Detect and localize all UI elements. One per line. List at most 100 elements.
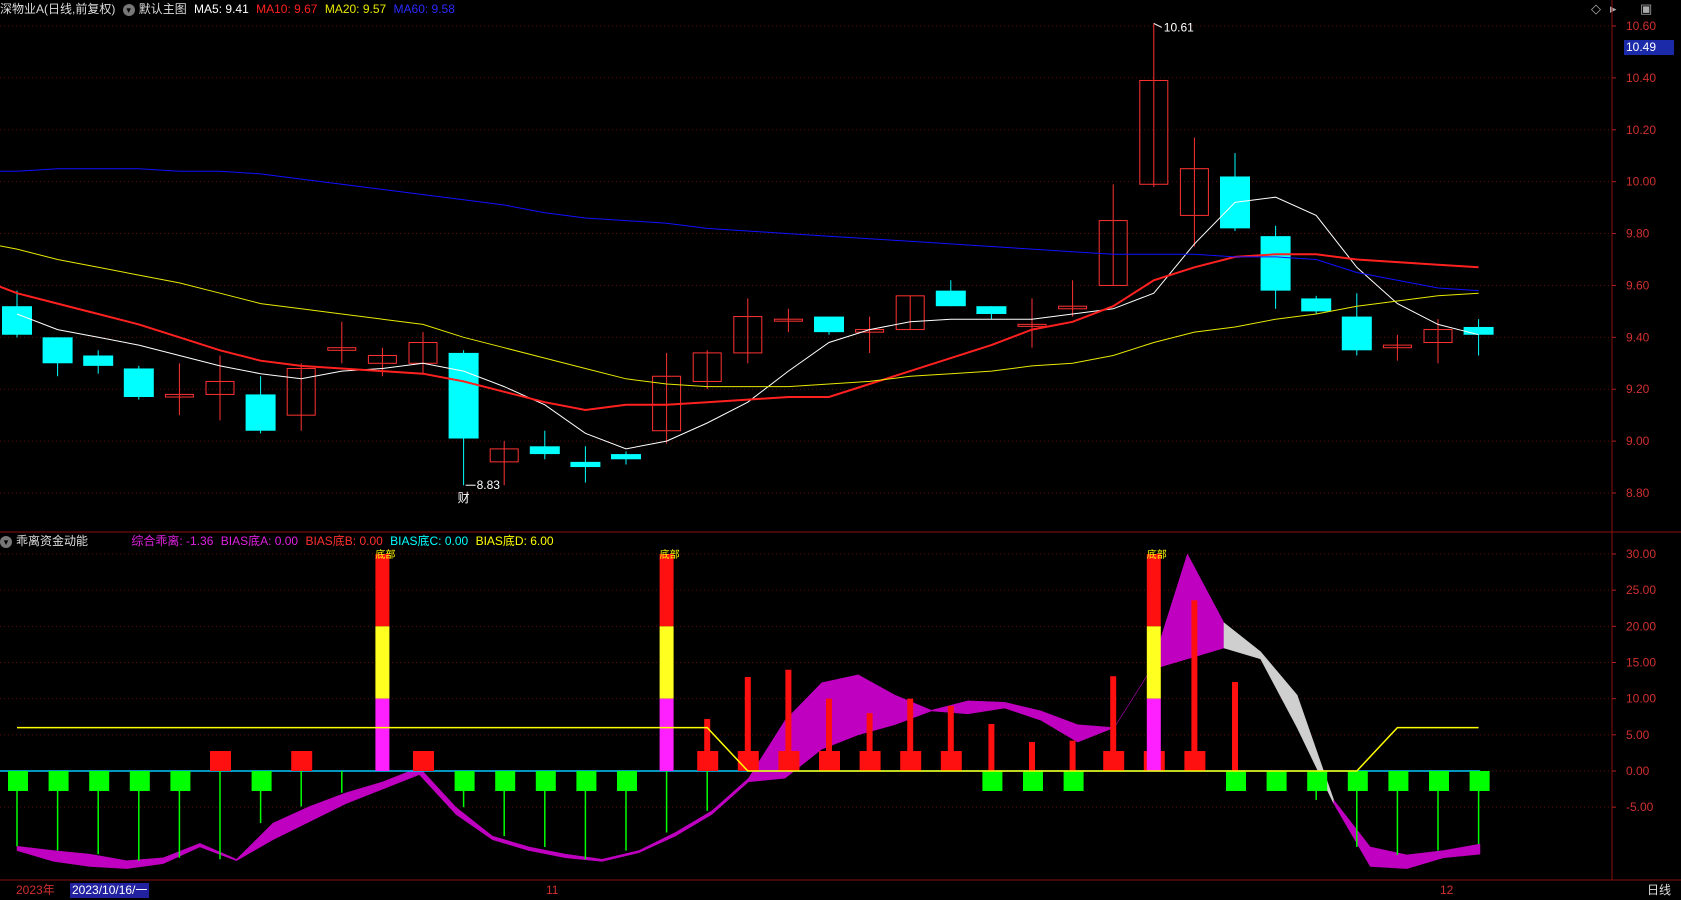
momentum-band-segment bbox=[857, 674, 896, 736]
momentum-band-segment bbox=[1443, 843, 1481, 859]
momentum-band-segment bbox=[711, 777, 749, 815]
chart-canvas[interactable]: 8.80 9.00 9.20 9.40 9.60 9.80 10.00 10.20 10.40 1… bbox=[0, 0, 1681, 900]
candle-body bbox=[814, 316, 844, 333]
momentum-band-segment bbox=[199, 842, 237, 862]
price-tick-label: 10.20 bbox=[1626, 123, 1656, 137]
candle-body bbox=[1341, 316, 1372, 351]
momentum-bar bbox=[704, 718, 711, 771]
momentum-bar bbox=[1191, 600, 1198, 771]
red-signal-box bbox=[291, 751, 313, 771]
momentum-band-segment bbox=[89, 853, 127, 869]
price-tick-label: 9.20 bbox=[1626, 382, 1650, 396]
momentum-bar bbox=[1069, 740, 1076, 771]
green-signal-box bbox=[617, 771, 637, 791]
xaxis-month-11: 11 bbox=[546, 883, 559, 897]
momentum-band-segment bbox=[1260, 650, 1298, 728]
candle-body bbox=[42, 337, 73, 364]
momentum-band-segment bbox=[1004, 701, 1042, 721]
bottom-signal-bar-yellow bbox=[375, 626, 390, 699]
green-signal-box bbox=[535, 771, 556, 791]
green-signal-box bbox=[1266, 771, 1287, 791]
candle-body bbox=[83, 355, 114, 366]
momentum-band-segment bbox=[1077, 724, 1115, 743]
price-tick-label: 10.40 bbox=[1626, 71, 1656, 85]
momentum-band-segment bbox=[126, 857, 164, 869]
price-tick-label: 8.80 bbox=[1626, 486, 1650, 500]
bottom-signal-label: 底部 bbox=[1147, 548, 1167, 561]
momentum-band-segment bbox=[345, 781, 383, 804]
momentum-bar bbox=[1029, 742, 1035, 771]
candle-body bbox=[529, 446, 560, 455]
momentum-band-segment bbox=[163, 842, 201, 864]
red-signal-box bbox=[210, 751, 231, 771]
price-tick-label: 9.40 bbox=[1626, 330, 1650, 344]
candle-body bbox=[245, 394, 276, 431]
price-tick-label: 10.60 bbox=[1626, 19, 1656, 33]
green-signal-box bbox=[1388, 771, 1409, 791]
momentum-band-segment bbox=[16, 845, 54, 862]
price-tick-label: 9.00 bbox=[1626, 434, 1650, 448]
bottom-signal-bar-magenta bbox=[659, 698, 674, 771]
momentum-band-segment bbox=[1040, 710, 1078, 743]
green-signal-box bbox=[48, 771, 69, 791]
green-signal-box bbox=[1226, 771, 1246, 791]
green-signal-box bbox=[89, 771, 110, 791]
momentum-bar bbox=[988, 723, 995, 771]
indicator-tick-label: 30.00 bbox=[1626, 547, 1656, 561]
green-signal-box bbox=[454, 771, 475, 791]
momentum-band-segment bbox=[53, 850, 91, 867]
cursor-date-label: 2023/10/16/一 bbox=[70, 883, 150, 898]
green-signal-box bbox=[982, 771, 1003, 791]
indicator-tick-label: 5.00 bbox=[1626, 728, 1650, 742]
indicator-tick-label: 10.00 bbox=[1626, 692, 1656, 706]
bottom-signal-bar-magenta bbox=[1146, 698, 1161, 771]
bottom-signal-bar-yellow bbox=[659, 626, 674, 699]
momentum-bar bbox=[947, 705, 954, 771]
bottom-signal-bar-red bbox=[659, 554, 674, 627]
green-signal-box bbox=[8, 771, 28, 791]
xaxis-month-12: 12 bbox=[1440, 883, 1454, 897]
momentum-band-segment bbox=[236, 822, 274, 862]
indicator-tick-label: 15.00 bbox=[1626, 656, 1656, 670]
green-signal-box bbox=[576, 771, 597, 791]
candle-body bbox=[2, 306, 32, 335]
momentum-bar bbox=[785, 669, 792, 771]
green-signal-box bbox=[1347, 771, 1368, 791]
momentum-bar bbox=[1232, 682, 1238, 771]
ma-line-ma20 bbox=[0, 245, 1479, 388]
green-signal-box bbox=[170, 771, 191, 791]
bottom-signal-bar-red bbox=[1146, 554, 1161, 627]
low-price-label: 8.83 bbox=[477, 478, 501, 492]
candle-body bbox=[976, 306, 1007, 314]
momentum-bar bbox=[744, 676, 751, 771]
momentum-bar bbox=[866, 713, 873, 771]
green-signal-box bbox=[1307, 771, 1328, 791]
high-price-label: 10.61 bbox=[1164, 20, 1194, 34]
price-tick-label: 9.80 bbox=[1626, 227, 1650, 241]
momentum-band-segment bbox=[967, 700, 1005, 715]
green-signal-box bbox=[495, 771, 516, 791]
green-signal-box bbox=[1063, 771, 1084, 791]
red-signal-box bbox=[413, 751, 434, 771]
momentum-band-segment bbox=[1114, 669, 1152, 728]
current-price-marker: 10.49 bbox=[1624, 40, 1674, 55]
bottom-signal-bar-yellow bbox=[1146, 626, 1161, 699]
period-selector[interactable]: 日线 bbox=[1647, 881, 1671, 898]
indicator-tick-label: 20.00 bbox=[1626, 619, 1656, 633]
momentum-band-segment bbox=[528, 846, 566, 859]
green-signal-box bbox=[251, 771, 272, 791]
indicator-tick-label: 25.00 bbox=[1626, 583, 1656, 597]
candle-body bbox=[611, 454, 641, 460]
momentum-bar bbox=[1110, 676, 1117, 771]
candle-body bbox=[570, 461, 601, 468]
indicator-tick-label: 0.00 bbox=[1626, 764, 1650, 778]
bottom-signal-label: 底部 bbox=[660, 548, 680, 561]
ma-line-ma60 bbox=[0, 168, 1479, 292]
momentum-band-segment bbox=[601, 850, 640, 862]
bottom-signal-label: 底部 bbox=[375, 548, 395, 561]
candle-body bbox=[1260, 236, 1291, 291]
momentum-band-segment bbox=[1333, 799, 1371, 868]
candle-body bbox=[1301, 298, 1332, 312]
candle-body bbox=[935, 290, 966, 307]
momentum-band-segment bbox=[1370, 846, 1408, 869]
